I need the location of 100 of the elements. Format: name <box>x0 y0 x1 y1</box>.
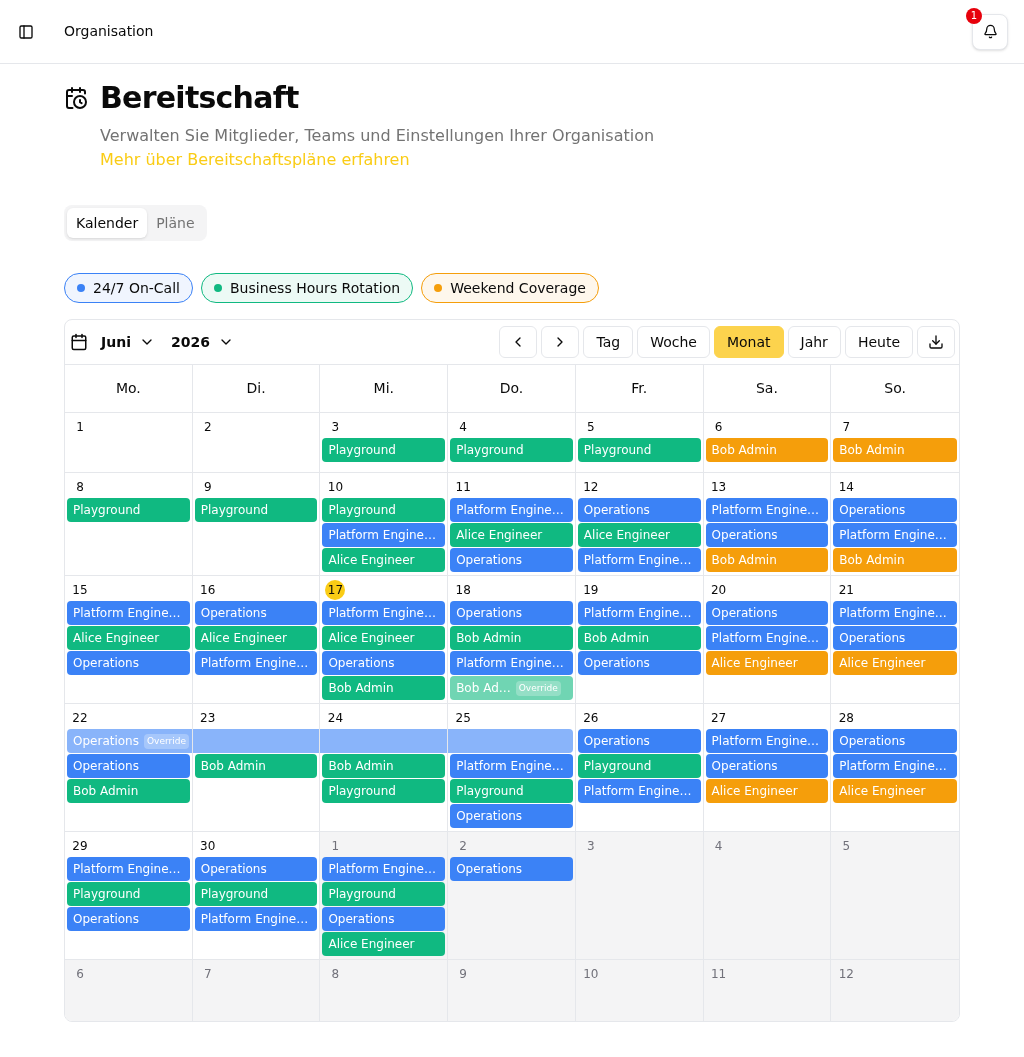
shift-event[interactable]: Platform Engine… <box>577 601 701 625</box>
shift-event[interactable]: Operations <box>322 651 446 675</box>
day-cell[interactable]: 5 Playground <box>575 413 704 472</box>
shift-event[interactable]: Bob Admin <box>833 438 957 462</box>
shift-event[interactable]: Operations <box>705 523 829 547</box>
shift-event[interactable]: Platform Engine… <box>194 651 318 675</box>
day-cell[interactable]: 11 Platform Engine… Alice Engineer Operations <box>448 473 576 575</box>
download-button[interactable] <box>917 326 955 358</box>
shift-event[interactable]: Operations <box>194 857 318 881</box>
shift-event[interactable]: Alice Engineer <box>322 932 446 956</box>
shift-event[interactable]: Playground <box>450 779 573 803</box>
shift-event[interactable]: Platform Engine… <box>833 754 957 778</box>
day-cell[interactable]: 12 <box>831 960 959 1021</box>
shift-event[interactable]: Operations <box>833 498 957 522</box>
shift-event[interactable]: Alice Engineer <box>450 523 573 547</box>
day-cell[interactable]: 3 <box>575 832 704 959</box>
shift-event[interactable]: Bob Admin <box>322 676 446 700</box>
shift-event[interactable]: Alice Engineer <box>67 626 190 650</box>
shift-event[interactable]: Platform Engine… <box>577 779 701 803</box>
day-cell[interactable]: 10 <box>575 960 704 1021</box>
shift-event[interactable]: Bob Admin <box>833 548 957 572</box>
shift-event[interactable]: Operations <box>577 498 701 522</box>
shift-event[interactable]: Playground <box>194 498 318 522</box>
shift-event[interactable]: Operations <box>322 907 446 931</box>
month-select[interactable]: Juni <box>101 331 155 353</box>
shift-event[interactable]: Operations Override <box>67 729 192 753</box>
day-cell[interactable]: 8 <box>320 960 449 1021</box>
shift-event[interactable]: Platform Engine… <box>67 857 190 881</box>
day-cell[interactable]: 5 <box>831 832 959 959</box>
shift-event[interactable]: Playground <box>194 882 318 906</box>
shift-event[interactable]: Operations <box>577 651 701 675</box>
shift-event[interactable]: Bob Admin <box>194 754 318 778</box>
shift-event[interactable]: Operations <box>450 548 573 572</box>
shift-event[interactable]: Playground <box>577 754 701 778</box>
day-cell[interactable]: 1 Platform Engine… Playground Operations Alice Engineer <box>320 832 449 959</box>
shift-event[interactable]: Playground <box>67 498 190 522</box>
shift-event[interactable]: Platform Engine… <box>577 548 701 572</box>
shift-event[interactable]: Operations <box>705 754 829 778</box>
shift-event[interactable]: Operations <box>450 804 573 828</box>
day-cell[interactable]: 26 Operations Playground Platform Engine… <box>575 704 704 831</box>
shift-event[interactable]: Playground <box>322 882 446 906</box>
shift-event[interactable]: Platform Engine… <box>833 523 957 547</box>
shift-event[interactable]: Platform Engine… <box>67 601 190 625</box>
day-cell[interactable]: 6 Bob Admin <box>703 413 832 472</box>
shift-event[interactable]: Alice Engineer <box>194 626 318 650</box>
view-button[interactable]: Jahr <box>787 326 841 358</box>
day-cell[interactable]: 12 Operations Alice Engineer Platform Engine… <box>575 473 704 575</box>
shift-event[interactable]: Operations <box>705 601 829 625</box>
shift-event[interactable]: Playground <box>577 438 701 462</box>
shift-event[interactable]: Platform Engine… <box>450 651 573 675</box>
shift-event[interactable]: Bob Admin <box>322 754 446 778</box>
shift-event[interactable]: Playground <box>322 498 446 522</box>
shift-event[interactable]: Playground <box>322 438 446 462</box>
shift-event[interactable]: Alice Engineer <box>577 523 701 547</box>
day-cell[interactable]: 27 Platform Engine… Operations Alice Engineer <box>703 704 832 831</box>
shift-event[interactable]: Platform Engine… <box>194 907 318 931</box>
shift-event[interactable]: Operations <box>194 601 318 625</box>
day-cell[interactable]: 9 Playground <box>192 473 321 575</box>
view-button[interactable]: Monat <box>713 326 784 358</box>
shift-event[interactable]: Platform Engine… <box>322 601 446 625</box>
day-cell[interactable]: 17 Platform Engine… Alice Engineer Operations Bob Admin <box>320 576 449 703</box>
previous-button[interactable] <box>499 326 538 358</box>
shift-event[interactable]: Operations <box>67 907 190 931</box>
day-cell[interactable]: 4 <box>703 832 832 959</box>
view-button[interactable]: Woche <box>637 326 710 358</box>
shift-event[interactable]: Alice Engineer <box>322 548 446 572</box>
shift-event[interactable]: Alice Engineer <box>705 651 829 675</box>
tab[interactable]: Pläne <box>147 208 204 238</box>
shift-event[interactable]: Alice Engineer <box>705 779 829 803</box>
day-cell[interactable]: 25 Platform Engine… Playground Operations <box>448 704 576 831</box>
day-cell[interactable]: 29 Platform Engine… Playground Operations <box>65 832 193 959</box>
year-select[interactable]: 2026 <box>170 331 234 353</box>
day-cell[interactable]: 3 Playground <box>320 413 449 472</box>
day-cell[interactable]: 10 Playground Platform Engine… Alice Engineer <box>320 473 449 575</box>
shift-event[interactable]: Alice Engineer <box>322 626 446 650</box>
shift-event[interactable]: Platform Engine… <box>322 523 446 547</box>
shift-event[interactable]: Operations <box>67 754 190 778</box>
day-cell[interactable]: 30 Operations Playground Platform Engine… <box>192 832 321 959</box>
shift-event[interactable]: Platform Engine… <box>322 857 446 881</box>
day-cell[interactable]: 4 Playground <box>448 413 576 472</box>
shift-event[interactable]: Bob Admin <box>705 548 829 572</box>
day-cell[interactable]: 19 Platform Engine… Bob Admin Operations <box>575 576 704 703</box>
day-cell[interactable]: 6 <box>65 960 193 1021</box>
day-cell[interactable]: 24 Bob Admin Playground <box>320 704 449 831</box>
shift-event[interactable]: Bob Admin <box>67 779 190 803</box>
day-cell[interactable]: 11 <box>703 960 832 1021</box>
shift-event[interactable]: Playground <box>322 779 446 803</box>
day-cell[interactable]: 8 Playground <box>65 473 193 575</box>
day-cell[interactable]: 20 Operations Platform Engine… Alice Engineer <box>703 576 832 703</box>
day-cell[interactable]: 18 Operations Bob Admin Platform Engine… Bob Ad… Override <box>448 576 576 703</box>
day-cell[interactable]: 13 Platform Engine… Operations Bob Admin <box>703 473 832 575</box>
shift-event[interactable]: Bob Admin <box>450 626 573 650</box>
day-cell[interactable]: 15 Platform Engine… Alice Engineer Operations <box>65 576 193 703</box>
shift-event[interactable]: Playground <box>450 438 573 462</box>
day-cell[interactable]: 7 <box>192 960 321 1021</box>
shift-event[interactable]: Platform Engine… <box>705 626 829 650</box>
shift-event[interactable]: Operations <box>833 729 957 753</box>
shift-event[interactable]: Operations <box>577 729 701 753</box>
shift-event[interactable]: Operations <box>450 601 573 625</box>
next-button[interactable] <box>541 326 580 358</box>
